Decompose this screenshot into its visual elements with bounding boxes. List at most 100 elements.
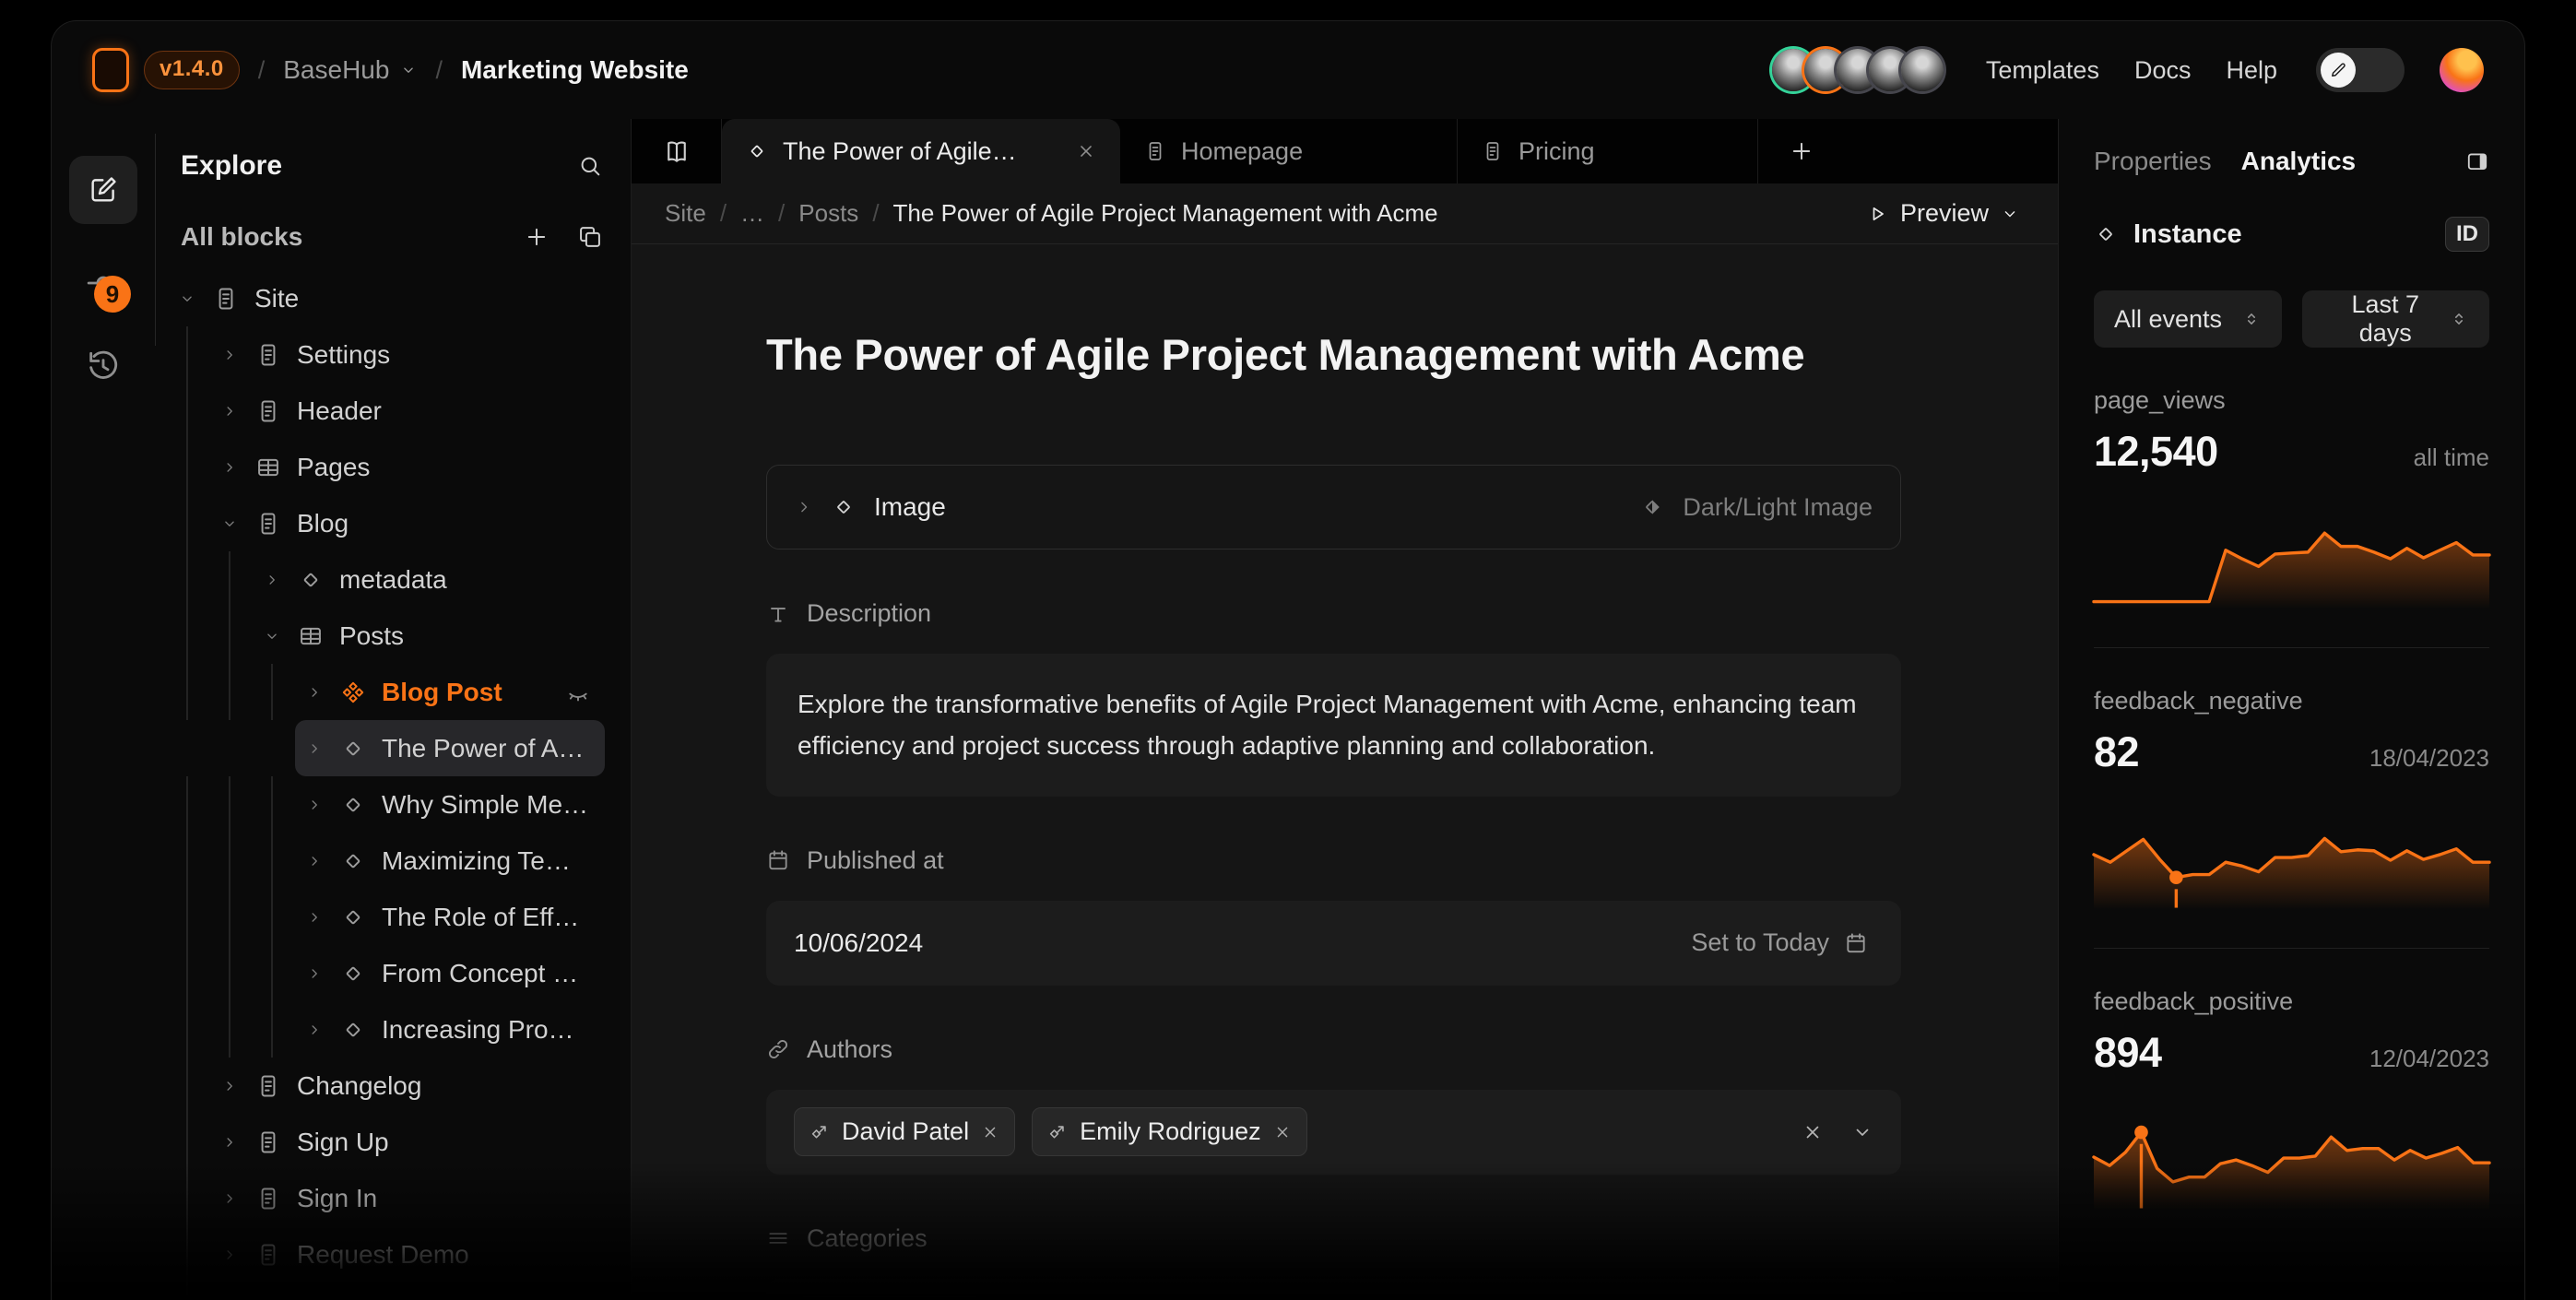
panel-toggle-icon[interactable] xyxy=(2465,149,2489,173)
sidebar-title: Explore xyxy=(181,150,282,182)
avatar[interactable] xyxy=(1901,49,1944,91)
tree-item[interactable]: The Power of A… xyxy=(295,720,605,776)
tree-chevron-icon[interactable] xyxy=(221,1190,240,1207)
tree-chevron-icon[interactable] xyxy=(221,1078,240,1094)
add-block-button[interactable] xyxy=(524,224,549,250)
tree-chevron-icon[interactable] xyxy=(306,740,325,757)
tree-chevron-icon[interactable] xyxy=(306,965,325,982)
metric-meta: 12/04/2023 xyxy=(2369,1045,2489,1073)
tree-item[interactable]: Posts xyxy=(155,608,631,664)
tree-chevron-icon[interactable] xyxy=(264,628,282,644)
metric-value: 894 xyxy=(2094,1029,2162,1077)
tree-item[interactable]: Header xyxy=(155,383,631,439)
chevron-down-icon[interactable] xyxy=(1851,1121,1873,1143)
remove-chip-icon[interactable] xyxy=(1273,1123,1292,1141)
breadcrumb-item[interactable]: … xyxy=(740,199,764,228)
tree-item-label: Increasing Pro… xyxy=(382,1015,574,1045)
tree-chevron-icon[interactable] xyxy=(179,290,197,307)
nav-help[interactable]: Help xyxy=(2226,56,2277,85)
tree-chevron-icon[interactable] xyxy=(306,684,325,701)
authors-label: Authors xyxy=(766,1035,1901,1064)
icon-rail: 9 xyxy=(52,119,155,1300)
reference-icon xyxy=(1047,1122,1068,1142)
tab-homepage[interactable]: Homepage xyxy=(1120,119,1458,183)
tree-block-icon xyxy=(340,792,366,818)
diamond-icon xyxy=(2094,222,2118,246)
tree-item[interactable]: Sign Up xyxy=(155,1114,631,1170)
diamond-icon xyxy=(746,140,768,162)
tree-chevron-icon[interactable] xyxy=(221,347,240,363)
tree-item[interactable]: Blog xyxy=(155,495,631,551)
tab-the-power-of-agile[interactable]: The Power of Agile… xyxy=(722,119,1120,183)
new-tab-button[interactable] xyxy=(1758,119,1845,183)
remove-chip-icon[interactable] xyxy=(981,1123,999,1141)
tab-pricing[interactable]: Pricing xyxy=(1458,119,1758,183)
clear-field-icon[interactable] xyxy=(1802,1121,1824,1143)
tree-item[interactable]: Footer xyxy=(155,1282,631,1300)
document-content: The Power of Agile Project Management wi… xyxy=(632,244,2058,1300)
tab-analytics[interactable]: Analytics xyxy=(2241,147,2357,176)
tree-item[interactable]: Site xyxy=(155,270,631,326)
hidden-eye-icon[interactable] xyxy=(566,680,590,704)
chevron-right-icon[interactable] xyxy=(795,498,813,516)
tree-item[interactable]: The Role of Eff… xyxy=(155,889,631,945)
tab-properties[interactable]: Properties xyxy=(2094,147,2212,176)
pending-changes-button[interactable]: 9 xyxy=(85,265,122,307)
author-chip[interactable]: Emily Rodriguez xyxy=(1032,1107,1307,1156)
sparkline-chart xyxy=(2094,1101,2489,1211)
breadcrumb-item[interactable]: Posts xyxy=(798,199,858,228)
nav-templates[interactable]: Templates xyxy=(1986,56,2099,85)
tree-item[interactable]: From Concept … xyxy=(155,945,631,1001)
published-at-input[interactable]: 10/06/2024 Set to Today xyxy=(766,901,1901,986)
app-logo-icon[interactable] xyxy=(92,48,129,92)
breadcrumb-separator: / xyxy=(778,199,785,228)
set-to-today-button[interactable]: Set to Today xyxy=(1685,928,1873,958)
profile-avatar[interactable] xyxy=(2440,48,2484,92)
range-filter-select[interactable]: Last 7 days xyxy=(2302,290,2490,348)
category-chip[interactable]: Productivity xyxy=(794,1296,985,1300)
tree-item[interactable]: Sign In xyxy=(155,1170,631,1226)
close-tab-icon[interactable] xyxy=(1076,141,1096,161)
tree-item[interactable]: Increasing Pro… xyxy=(155,1001,631,1058)
workspace-switcher[interactable]: BaseHub xyxy=(283,55,417,85)
tree-item[interactable]: metadata xyxy=(155,551,631,608)
tree-chevron-icon[interactable] xyxy=(221,459,240,476)
tree-item-label: From Concept … xyxy=(382,959,578,988)
tree-chevron-icon[interactable] xyxy=(306,853,325,869)
description-input[interactable]: Explore the transformative benefits of A… xyxy=(766,654,1901,797)
history-button[interactable] xyxy=(85,348,122,387)
nav-docs[interactable]: Docs xyxy=(2134,56,2192,85)
preview-button[interactable]: Preview xyxy=(1861,198,2025,229)
tree-item[interactable]: Maximizing Te… xyxy=(155,833,631,889)
events-filter-select[interactable]: All events xyxy=(2094,290,2282,348)
tree-chevron-icon[interactable] xyxy=(221,403,240,420)
search-button[interactable] xyxy=(577,153,603,179)
edit-tool-button[interactable] xyxy=(69,156,137,224)
tree-chevron-icon[interactable] xyxy=(221,1134,240,1151)
image-block[interactable]: Image Dark/Light Image xyxy=(766,465,1901,550)
tree-block-icon xyxy=(213,286,239,312)
breadcrumb-separator: / xyxy=(872,199,879,228)
author-chip[interactable]: David Patel xyxy=(794,1107,1015,1156)
tree-item-label: Sign In xyxy=(297,1184,377,1213)
tree-item[interactable]: Request Demo xyxy=(155,1226,631,1282)
tree-chevron-icon[interactable] xyxy=(306,797,325,813)
tree-item[interactable]: Blog Post xyxy=(155,664,631,720)
breadcrumb-item[interactable]: Site xyxy=(665,199,706,228)
tree-item[interactable]: Settings xyxy=(155,326,631,383)
edit-mode-toggle[interactable] xyxy=(2316,48,2405,92)
tree-chevron-icon[interactable] xyxy=(306,909,325,926)
authors-input[interactable]: David Patel Emily Rodriguez xyxy=(766,1090,1901,1175)
tree-item[interactable]: Changelog xyxy=(155,1058,631,1114)
tree-chevron-icon[interactable] xyxy=(221,515,240,532)
categories-input[interactable]: Productivity xyxy=(766,1279,1901,1300)
tree-chevron-icon[interactable] xyxy=(306,1022,325,1038)
tree-chevron-icon[interactable] xyxy=(264,572,282,588)
duplicate-button[interactable] xyxy=(577,224,603,250)
tree-item[interactable]: Why Simple Me… xyxy=(155,776,631,833)
tree-chevron-icon[interactable] xyxy=(221,1247,240,1263)
topbar: v1.4.0 / BaseHub / Marketing Website Tem… xyxy=(52,21,2524,119)
library-tab[interactable] xyxy=(632,119,722,183)
tree-item[interactable]: Pages xyxy=(155,439,631,495)
id-badge[interactable]: ID xyxy=(2445,217,2489,252)
